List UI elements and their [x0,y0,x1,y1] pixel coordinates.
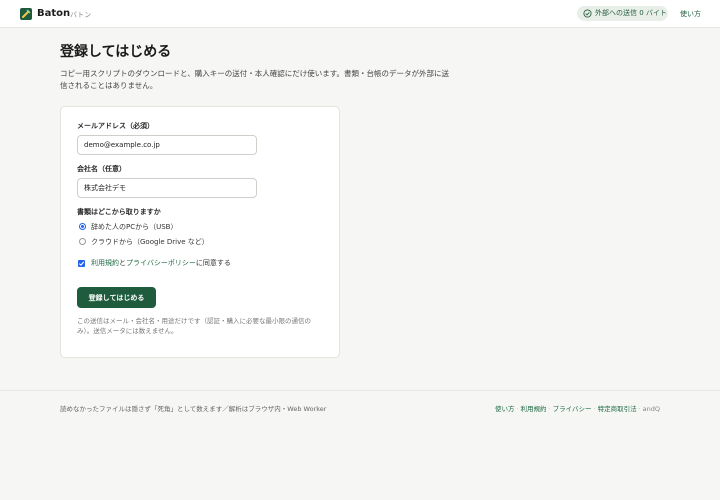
badge-label: 外部への送信 0 バイト [595,9,667,17]
agree-checkbox[interactable] [78,260,85,267]
agree-suffix: に同意する [195,259,231,267]
privacy-link[interactable]: プライバシーポリシー [126,259,196,267]
source-label: 書類はどこから取りますか [77,208,161,216]
footer-brand: andQ [642,405,660,413]
privacy-note: この送信はメール・会社名・用途だけです（認証・購入に必要な最小限の通信のみ）。送… [77,317,311,335]
radio-cloud-label: クラウドから（Google Drive など） [91,238,209,246]
footer-links: 使い方 · 利用規約 · プライバシー · 特定商取引法 · andQ [495,404,660,414]
footer-link-help[interactable]: 使い方 [495,405,515,413]
help-link[interactable]: 使い方 [680,9,701,19]
company-field[interactable] [77,178,257,198]
zero-bytes-badge: 外部への送信 0 バイト [577,6,668,21]
agree-and: と [119,259,126,267]
baton-logo-icon [20,8,32,20]
radio-cloud[interactable] [79,238,86,245]
register-button[interactable]: 登録してはじめる [77,287,156,308]
lead-text: コピー用スクリプトのダウンロードと、購入キーの送付・本人確認にだけ使います。書類… [60,69,449,90]
checkmark-icon [78,261,85,266]
page-title: 登録してはじめる [60,44,172,60]
agree-text: 利用規約とプライバシーポリシーに同意する [91,258,231,268]
footer-link-privacy[interactable]: プライバシー [553,405,592,413]
brand-subtitle: バトン [70,11,92,19]
footer-divider [0,390,720,391]
email-field[interactable] [77,135,257,155]
radio-usb-label: 辞めた人のPCから（USB） [91,223,178,231]
email-label: メールアドレス（必須） [77,122,154,130]
top-bar: Baton バトン 外部への送信 0 バイト 使い方 [0,0,720,28]
footer-link-commerce[interactable]: 特定商取引法 [598,405,637,413]
footer-note: 読めなかったファイルは隠さず「死角」として数えます／解析はブラウザ内・Web W… [60,405,327,413]
company-label: 会社名（任意） [77,165,126,173]
shield-check-icon [583,9,592,18]
radio-usb[interactable] [79,223,86,230]
radio-option-cloud[interactable]: クラウドから（Google Drive など） [77,236,227,248]
terms-link[interactable]: 利用規約 [91,259,119,267]
brand-name[interactable]: Baton [37,7,70,21]
footer-link-terms[interactable]: 利用規約 [521,405,547,413]
radio-option-usb[interactable]: 辞めた人のPCから（USB） [77,221,197,233]
